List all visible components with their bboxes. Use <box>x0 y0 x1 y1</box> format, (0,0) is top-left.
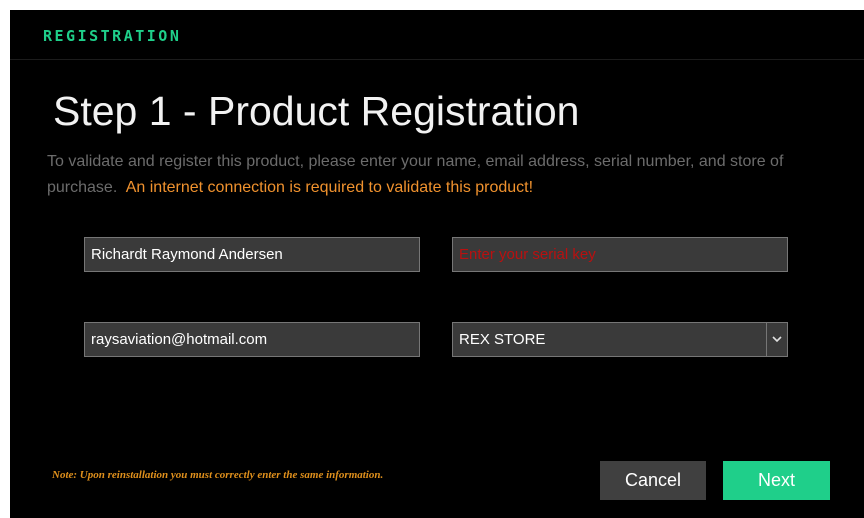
cancel-button[interactable]: Cancel <box>600 461 706 500</box>
internet-warning-text: An internet connection is required to va… <box>125 179 534 196</box>
store-select[interactable]: REX STORE <box>452 322 788 357</box>
serial-key-field[interactable]: Enter your serial key <box>452 237 788 272</box>
name-field[interactable]: Richardt Raymond Andersen <box>84 237 420 272</box>
brand-title: REGISTRATION <box>43 27 182 45</box>
reinstall-note: Note: Upon reinstallation you must corre… <box>52 469 384 481</box>
page-title: Step 1 - Product Registration <box>53 88 580 134</box>
registration-window: REGISTRATION Step 1 - Product Registrati… <box>10 10 864 518</box>
title-bar: REGISTRATION <box>10 10 864 60</box>
instructions-text: To validate and register this product, p… <box>47 149 827 201</box>
email-field[interactable]: raysaviation@hotmail.com <box>84 322 420 357</box>
store-select-value: REX STORE <box>459 331 546 348</box>
next-button[interactable]: Next <box>723 461 830 500</box>
chevron-down-icon[interactable] <box>766 323 787 356</box>
